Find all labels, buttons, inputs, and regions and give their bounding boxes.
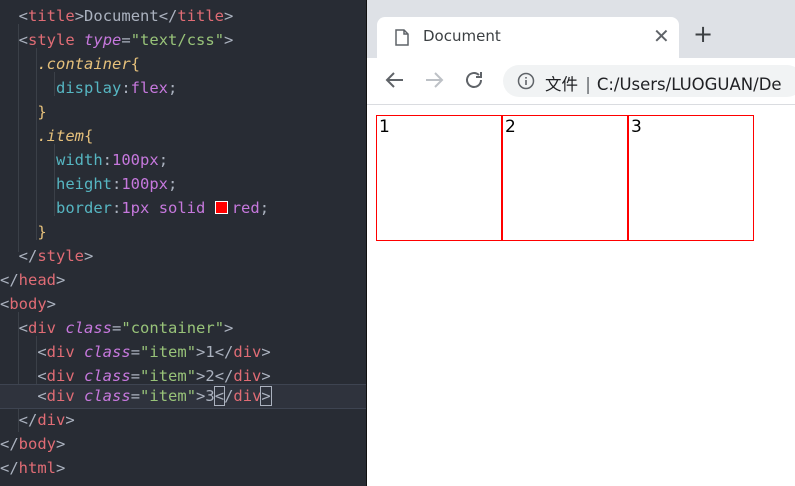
code-token: class xyxy=(65,319,113,337)
code-token: 100px xyxy=(121,175,169,193)
code-token: class xyxy=(84,367,131,385)
address-url: C:/Users/LUOGUAN/De xyxy=(596,75,782,94)
code-token: class xyxy=(84,387,131,405)
code-token: Document xyxy=(84,7,159,25)
code-token: div xyxy=(46,343,75,361)
tab-strip: Document ✕ + xyxy=(367,0,795,58)
code-token: width xyxy=(56,151,103,169)
code-token: 2 xyxy=(205,367,215,385)
tab-document[interactable]: Document ✕ xyxy=(377,17,679,58)
code-token: div xyxy=(46,387,75,405)
code-line[interactable]: display:flex; xyxy=(0,76,366,100)
code-token: "item" xyxy=(140,387,197,405)
code-token: head xyxy=(18,271,56,289)
code-line[interactable]: <div class="item">1</div> xyxy=(0,340,366,364)
code-token: div xyxy=(37,411,66,429)
address-separator: | xyxy=(580,75,591,94)
flex-item-3: 3 xyxy=(628,115,754,241)
code-token: style xyxy=(37,247,85,265)
code-token: display xyxy=(56,79,122,97)
code-line[interactable]: <div class="container"> xyxy=(0,316,366,340)
forward-arrow-icon[interactable] xyxy=(422,68,446,92)
code-token: body xyxy=(18,435,56,453)
code-line[interactable]: } xyxy=(0,100,366,124)
code-token: 1 xyxy=(205,343,215,361)
back-arrow-icon[interactable] xyxy=(383,68,407,92)
code-token: body xyxy=(9,295,47,313)
document-icon xyxy=(395,29,409,50)
code-token: 3 xyxy=(205,387,215,405)
code-token: 1px xyxy=(121,199,150,217)
tab-title: Document xyxy=(423,27,501,45)
code-token: "item" xyxy=(140,343,197,361)
code-token: html xyxy=(18,459,56,477)
code-token: height xyxy=(56,175,112,193)
code-token: div xyxy=(233,367,262,385)
code-line[interactable]: <title>Document</title> xyxy=(0,4,366,28)
code-token: class xyxy=(84,343,131,361)
info-icon[interactable] xyxy=(517,72,535,94)
code-token: type xyxy=(84,31,122,49)
code-token: "container" xyxy=(121,319,225,337)
code-token: style xyxy=(28,31,75,49)
code-token: "item" xyxy=(140,367,197,385)
code-line[interactable]: width:100px; xyxy=(0,148,366,172)
code-token: title xyxy=(28,7,75,25)
code-token: red xyxy=(231,199,260,217)
address-bar[interactable]: 文件 | C:/Users/LUOGUAN/De xyxy=(503,65,795,97)
code-token: border xyxy=(56,199,112,217)
code-line[interactable]: </div> xyxy=(0,408,366,432)
flex-item-2: 2 xyxy=(502,115,628,241)
page-viewport: 1 2 3 xyxy=(367,105,795,486)
code-token: div xyxy=(233,343,262,361)
code-token: solid xyxy=(158,199,206,217)
code-token: .container xyxy=(37,55,131,73)
code-token: 100px xyxy=(112,151,159,169)
code-line[interactable]: </head> xyxy=(0,268,366,292)
code-token: div xyxy=(46,367,75,385)
code-line-active[interactable]: <div class="item">3</div> xyxy=(0,384,366,409)
code-line[interactable]: </html> xyxy=(0,456,366,480)
code-line[interactable]: .item{ xyxy=(0,124,366,148)
code-token: div xyxy=(28,319,57,337)
new-tab-button[interactable]: + xyxy=(693,22,713,46)
address-prefix: 文件 xyxy=(545,75,578,94)
address-text: 文件 | C:/Users/LUOGUAN/De xyxy=(545,71,782,95)
code-line[interactable]: .container{ xyxy=(0,52,366,76)
close-tab-icon[interactable]: ✕ xyxy=(653,24,670,48)
code-editor[interactable]: <title>Document</title> <style type="tex… xyxy=(0,0,366,486)
reload-icon[interactable] xyxy=(462,68,486,92)
code-line[interactable]: } xyxy=(0,220,366,244)
code-line[interactable]: height:100px; xyxy=(0,172,366,196)
code-line[interactable]: <body> xyxy=(0,292,366,316)
code-token: "text/css" xyxy=(130,31,225,49)
code-line[interactable]: border:1px solid red; xyxy=(0,196,366,220)
code-line[interactable]: </body> xyxy=(0,432,366,456)
code-token: div xyxy=(233,387,262,405)
flex-item-1: 1 xyxy=(376,115,502,241)
code-line[interactable]: </style> xyxy=(0,244,366,268)
flex-container: 1 2 3 xyxy=(376,115,754,241)
browser-window: Document ✕ + 文件 | C:/Users/LUOGUAN/De 1 2… xyxy=(366,0,795,486)
color-swatch-icon[interactable] xyxy=(214,201,228,214)
code-token: flex xyxy=(130,79,168,97)
browser-toolbar: 文件 | C:/Users/LUOGUAN/De xyxy=(367,58,795,105)
code-token: title xyxy=(177,7,225,25)
code-line[interactable]: <style type="text/css"> xyxy=(0,28,366,52)
code-token: .item xyxy=(37,127,84,145)
